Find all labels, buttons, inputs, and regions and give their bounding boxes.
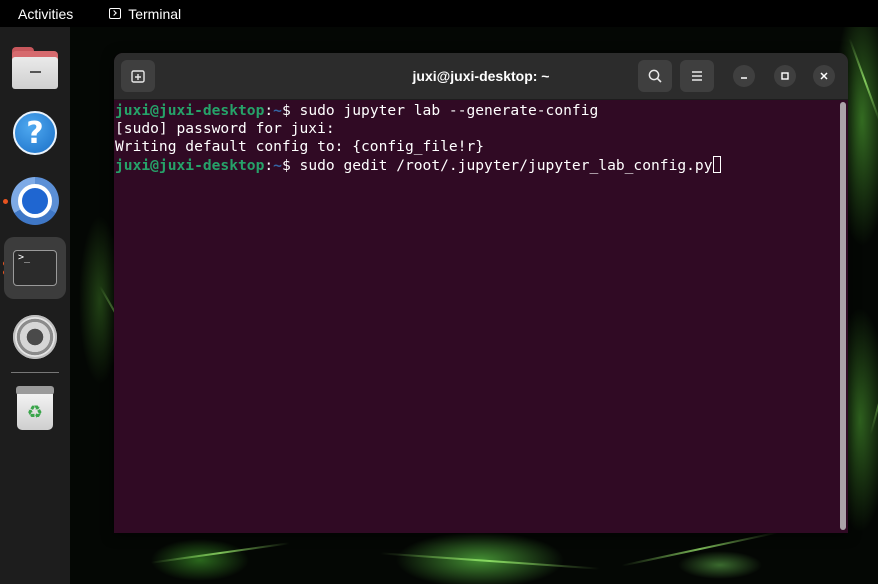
- dock-item-help[interactable]: ?: [4, 102, 66, 164]
- maximize-icon: [781, 72, 789, 80]
- prompt-colon: :: [264, 157, 274, 174]
- close-icon: [820, 72, 828, 80]
- terminal-output[interactable]: juxi@juxi-desktop:~$ sudo jupyter lab --…: [115, 100, 836, 533]
- minimize-button[interactable]: [733, 65, 755, 87]
- dock-item-terminal[interactable]: >_: [4, 237, 66, 299]
- settings-icon: [13, 315, 57, 359]
- chromium-icon: [11, 177, 59, 225]
- app-menu-label: Terminal: [128, 5, 182, 22]
- text-cursor: [712, 156, 721, 173]
- trash-icon: ♻: [16, 386, 54, 430]
- search-button[interactable]: [638, 60, 672, 92]
- hamburger-menu-icon: [692, 71, 702, 81]
- prompt-user: juxi@juxi-desktop: [115, 102, 265, 119]
- dock-item-files[interactable]: [4, 37, 66, 99]
- dock-item-settings[interactable]: [4, 306, 66, 368]
- dock-separator: [11, 372, 59, 373]
- terminal-line-2: [sudo] password for juxi:: [115, 120, 335, 137]
- search-icon: [648, 69, 662, 83]
- terminal-line-3: Writing default config to: {config_file!…: [115, 138, 485, 155]
- terminal-line-4: juxi@juxi-desktop:~$ sudo gedit /root/.j…: [115, 156, 836, 174]
- terminal-scrollbar[interactable]: [840, 102, 846, 530]
- prompt-path: ~: [273, 102, 282, 119]
- top-bar: Activities Terminal: [0, 0, 878, 27]
- prompt-symbol: $: [281, 157, 300, 174]
- activities-button[interactable]: Activities: [18, 6, 73, 22]
- terminal-app-icon: [109, 8, 122, 19]
- prompt-symbol: $: [281, 102, 300, 119]
- close-button[interactable]: [813, 65, 835, 87]
- command-input[interactable]: sudo gedit /root/.jupyter/jupyter_lab_co…: [300, 157, 713, 174]
- help-icon: ?: [13, 111, 57, 155]
- minimize-icon: [741, 77, 747, 79]
- menu-button[interactable]: [680, 60, 714, 92]
- prompt-user: juxi@juxi-desktop: [115, 157, 265, 174]
- terminal-line-1: juxi@juxi-desktop:~$ sudo jupyter lab --…: [115, 102, 836, 120]
- dock-item-trash[interactable]: ♻: [4, 377, 66, 439]
- new-tab-icon: [131, 70, 145, 83]
- dock-item-chromium[interactable]: [4, 170, 66, 232]
- prompt-colon: :: [264, 102, 274, 119]
- files-icon: [12, 47, 58, 89]
- maximize-button[interactable]: [774, 65, 796, 87]
- command-text: sudo jupyter lab --generate-config: [299, 102, 599, 119]
- window-titlebar[interactable]: juxi@juxi-desktop: ~: [114, 53, 848, 100]
- prompt-path: ~: [273, 157, 282, 174]
- dock: ? >_ ♻: [0, 27, 70, 584]
- terminal-icon: >_: [13, 250, 57, 286]
- new-tab-button[interactable]: [121, 60, 155, 92]
- terminal-window: juxi@juxi-desktop: ~ juxi@juxi-desktop:~…: [114, 53, 848, 533]
- app-menu-terminal[interactable]: Terminal: [109, 6, 181, 22]
